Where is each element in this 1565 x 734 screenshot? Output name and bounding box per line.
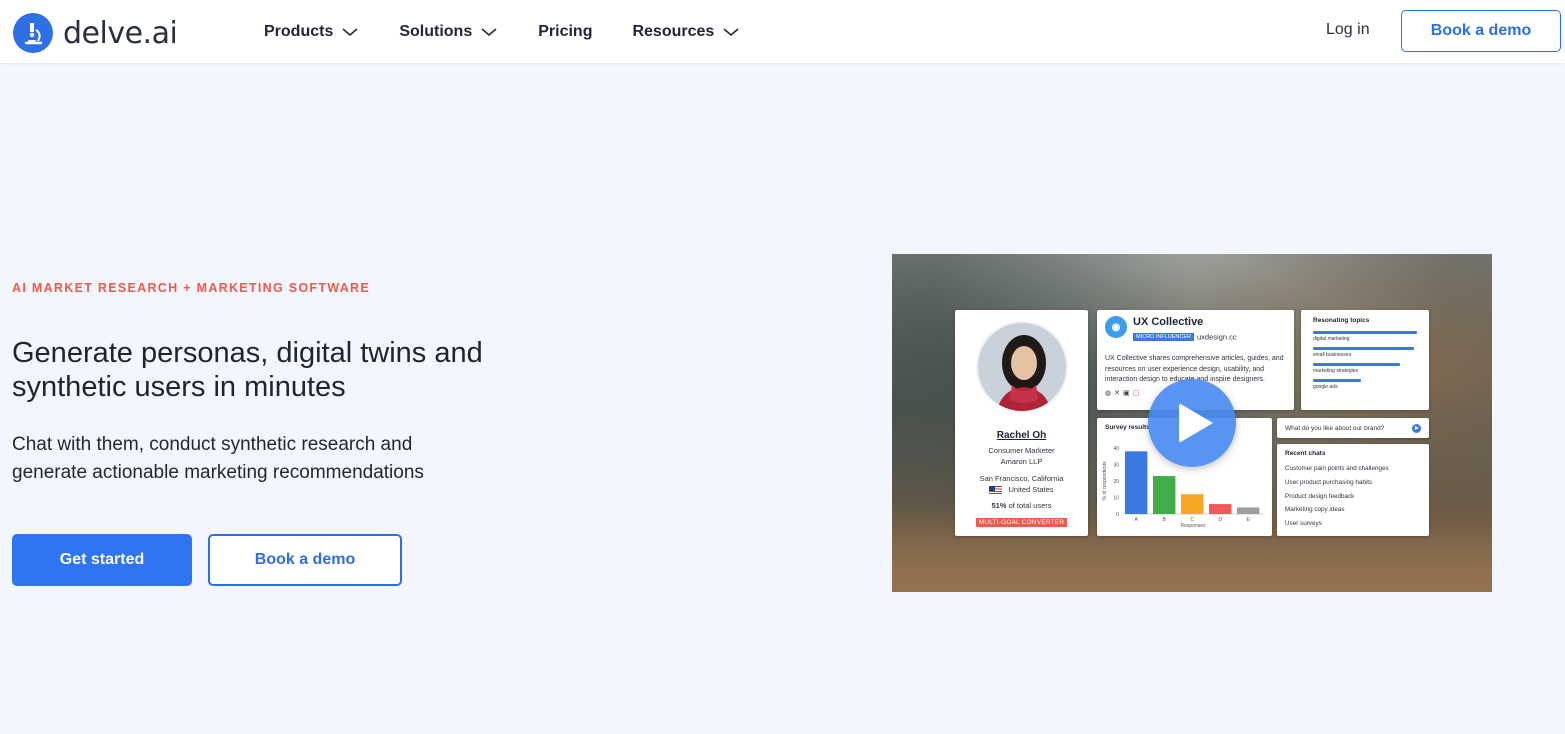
y-tick-label: 0 — [1116, 512, 1119, 518]
persona-share-value: 51% — [991, 501, 1007, 510]
nav-solutions-label: Solutions — [399, 22, 473, 40]
chevron-down-icon — [481, 27, 497, 36]
persona-badge: MULTI-GOAL CONVERTER — [975, 518, 1068, 527]
bar — [1209, 504, 1232, 514]
us-flag-icon — [989, 486, 1003, 495]
recent-chat-item: Customer pain points and challenges — [1285, 465, 1389, 472]
logo[interactable]: delve.ai — [13, 13, 178, 53]
topic-bar — [1313, 379, 1361, 382]
topic-bar — [1313, 363, 1400, 366]
facebook-icon: ▣ — [1122, 389, 1133, 397]
top-nav: delve.ai Products Solutions Pricing Reso… — [0, 0, 1565, 63]
nav-resources[interactable]: Resources — [632, 23, 740, 41]
login-link[interactable]: Log in — [1326, 21, 1370, 39]
recent-chat-item: Product design feedback — [1285, 492, 1355, 500]
ask-placeholder: What do you like about our brand? — [1285, 424, 1385, 432]
topic-bar — [1313, 331, 1417, 334]
x-tick-label: E — [1247, 517, 1251, 523]
influencer-meta: UX Collective MICRO INFLUENCER uxdesign.c… — [1133, 316, 1237, 346]
persona-location: San Francisco, California — [979, 474, 1064, 483]
nav-products[interactable]: Products — [264, 23, 359, 41]
microscope-icon — [13, 13, 53, 53]
book-demo-button[interactable]: Book a demo — [208, 534, 402, 586]
recent-chats-title: Recent chats — [1285, 450, 1326, 457]
nav-pricing[interactable]: Pricing — [538, 23, 592, 41]
recent-chat-item: User surveys — [1285, 520, 1322, 528]
chevron-down-icon — [342, 27, 358, 36]
persona-name: Rachel Oh — [996, 430, 1047, 441]
topic-bar — [1313, 347, 1414, 350]
bar — [1181, 494, 1204, 514]
topics-card: Resonating topics digital marketing smal… — [1301, 310, 1429, 410]
y-tick-label: 20 — [1113, 479, 1119, 485]
recent-chats-card: Recent chats Customer pain points and ch… — [1277, 444, 1429, 536]
persona-country-row: United States — [955, 484, 1088, 495]
play-icon — [1179, 403, 1213, 443]
globe-icon: ◍ — [1105, 389, 1115, 397]
influencer-header: ◉ UX Collective MICRO INFLUENCER uxdesign… — [1105, 316, 1286, 346]
get-started-button[interactable]: Get started — [12, 534, 192, 586]
influencer-tag: MICRO INFLUENCER — [1133, 332, 1195, 341]
recent-chat-item: User product purchasing habits — [1285, 478, 1373, 486]
play-button[interactable] — [1148, 379, 1236, 467]
nav-pricing-label: Pricing — [538, 22, 593, 40]
x-icon: ✕ — [1114, 389, 1123, 397]
topics-title: Resonating topics — [1313, 317, 1370, 324]
book-demo-nav-button[interactable]: Book a demo — [1401, 10, 1561, 52]
nav-resources-label: Resources — [632, 22, 715, 40]
y-axis-label: % of respondents — [1102, 461, 1108, 500]
product-video[interactable]: Rachel Oh Consumer Marketer Amaron LLP S… — [892, 254, 1492, 592]
main-menu: Products Solutions Pricing Resources — [264, 0, 780, 63]
x-axis-label: Responses — [1180, 523, 1206, 529]
y-tick-label: 40 — [1113, 446, 1119, 452]
brand-name: delve.ai — [63, 15, 178, 51]
x-tick-label: B — [1163, 517, 1167, 523]
x-tick-label: A — [1135, 517, 1139, 523]
hero-subheadline: Chat with them, conduct synthetic resear… — [12, 434, 424, 483]
y-tick-label: 10 — [1113, 496, 1119, 502]
nav-products-label: Products — [264, 22, 334, 40]
ask-input[interactable]: What do you like about our brand? — [1277, 418, 1429, 438]
recent-chat-item: Marketing copy ideas — [1285, 506, 1345, 514]
hero-headline: Generate personas, digital twins and syn… — [12, 337, 483, 403]
send-icon[interactable] — [1412, 423, 1421, 433]
influencer-site: uxdesign.cc — [1197, 332, 1237, 342]
influencer-name: UX Collective — [1133, 316, 1204, 328]
bar — [1125, 451, 1148, 514]
hero-eyebrow: AI MARKET RESEARCH + MARKETING SOFTWARE — [12, 281, 370, 295]
persona-share: 51% of total users — [955, 500, 1088, 511]
topic-label: digital marketing — [1313, 336, 1350, 342]
ux-collective-logo-icon: ◉ — [1105, 316, 1127, 338]
topic-label: google ads — [1313, 384, 1338, 390]
instagram-icon: ▢ — [1132, 389, 1143, 397]
topic-label: small businesses — [1313, 352, 1352, 358]
bar — [1153, 476, 1176, 514]
persona-avatar — [975, 321, 1068, 413]
bar — [1237, 507, 1260, 514]
persona-card: Rachel Oh Consumer Marketer Amaron LLP S… — [955, 310, 1088, 536]
x-tick-label: D — [1218, 517, 1222, 523]
nav-solutions[interactable]: Solutions — [399, 23, 498, 41]
topic-label: marketing strategies — [1313, 368, 1359, 374]
y-tick-label: 30 — [1113, 463, 1119, 469]
persona-share-text: of total users — [1006, 501, 1052, 510]
persona-company: Amaron LLP — [1000, 457, 1043, 466]
persona-country: United States — [1008, 485, 1054, 494]
chevron-down-icon — [723, 27, 739, 36]
persona-role: Consumer Marketer — [988, 446, 1055, 455]
